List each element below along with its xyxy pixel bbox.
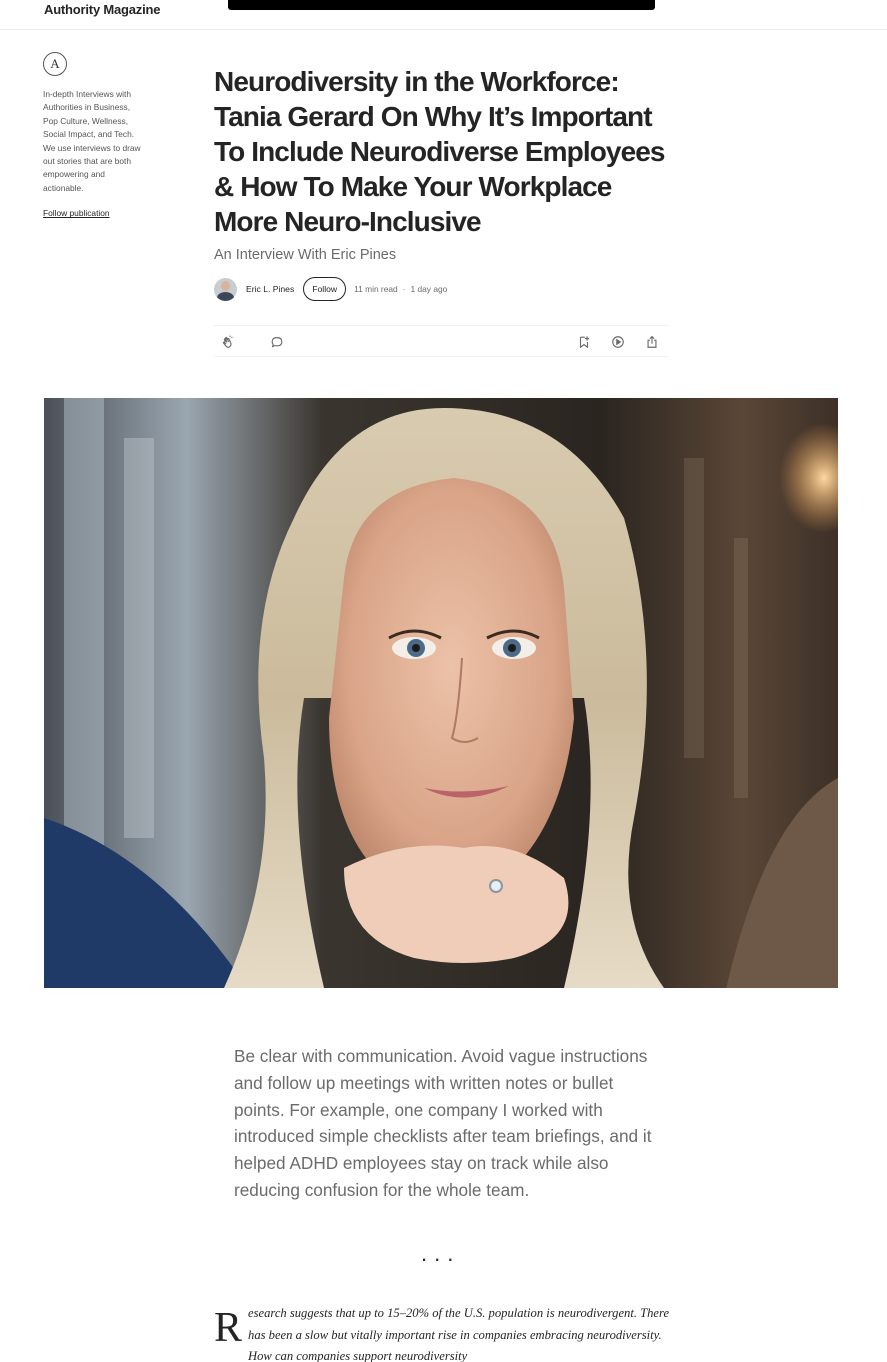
publication-description: In-depth Interviews with Authorities in … <box>43 89 141 193</box>
author-avatar[interactable] <box>214 277 237 301</box>
share-icon[interactable] <box>644 334 660 350</box>
top-overlay-bar <box>228 0 655 10</box>
article-action-bar <box>214 325 669 357</box>
publication-sidebar: A In-depth Interviews with Authorities i… <box>43 52 141 221</box>
publication-logo-glyph: A <box>50 56 60 71</box>
hero-portrait-image <box>44 398 838 988</box>
article-body-intro: R esearch suggests that up to 15–20% of … <box>214 1303 674 1362</box>
play-icon[interactable] <box>610 334 626 350</box>
comment-icon[interactable] <box>269 334 285 350</box>
drop-cap: R <box>214 1305 243 1351</box>
top-navigation-bar: Authority Magazine <box>0 0 887 30</box>
follow-author-button[interactable]: Follow <box>303 277 347 301</box>
section-divider: ... <box>421 1241 461 1266</box>
article-title: Neurodiversity in the Workforce: Tania G… <box>214 66 665 237</box>
body-intro-text: esearch suggests that up to 15–20% of th… <box>248 1306 670 1362</box>
author-byline: Eric L. Pines Follow 11 min read · 1 day… <box>214 277 447 301</box>
article-subtitle: An Interview With Eric Pines <box>214 247 397 263</box>
article-header: Neurodiversity in the Workforce: Tania G… <box>214 64 670 263</box>
publication-logo[interactable]: A <box>43 52 67 76</box>
author-name-link[interactable]: Eric L. Pines <box>246 284 294 294</box>
bookmark-add-icon[interactable] <box>576 334 592 350</box>
meta-separator: · <box>402 284 406 294</box>
clap-icon[interactable] <box>220 334 236 350</box>
publish-date: 1 day ago <box>410 284 448 294</box>
follow-publication-link[interactable]: Follow publication <box>43 208 110 218</box>
publication-name-link[interactable]: Authority Magazine <box>44 2 160 17</box>
read-time: 11 min read <box>354 284 398 294</box>
pull-quote: Be clear with communication. Avoid vague… <box>234 1046 652 1200</box>
